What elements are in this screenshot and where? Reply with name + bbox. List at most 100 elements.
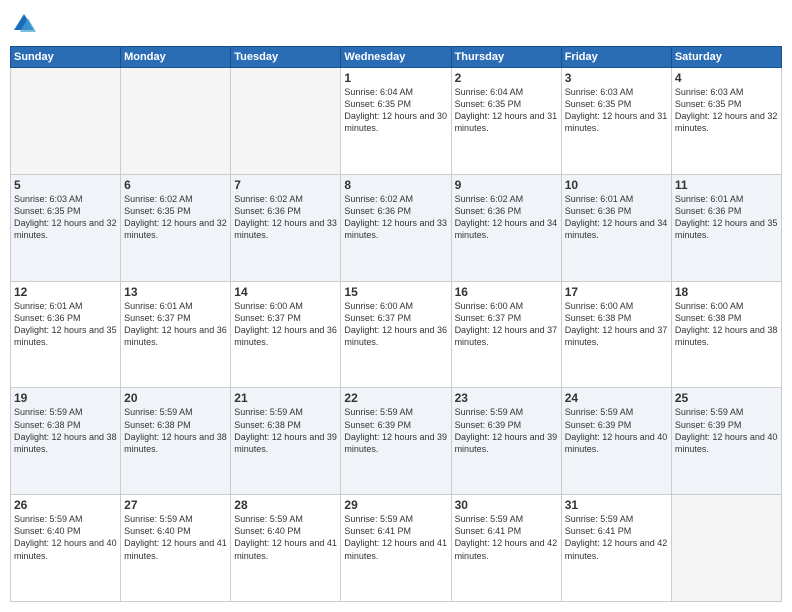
daylight-label: Daylight: 12 hours and 37 minutes. bbox=[455, 325, 558, 347]
sunset-label: Sunset: 6:38 PM bbox=[14, 420, 81, 430]
daylight-label: Daylight: 12 hours and 39 minutes. bbox=[455, 432, 558, 454]
logo bbox=[10, 10, 42, 38]
calendar-cell: 16 Sunrise: 6:00 AM Sunset: 6:37 PM Dayl… bbox=[451, 281, 561, 388]
sunset-label: Sunset: 6:35 PM bbox=[675, 99, 742, 109]
day-number: 27 bbox=[124, 498, 227, 512]
calendar-cell: 9 Sunrise: 6:02 AM Sunset: 6:36 PM Dayli… bbox=[451, 174, 561, 281]
calendar-cell: 11 Sunrise: 6:01 AM Sunset: 6:36 PM Dayl… bbox=[671, 174, 781, 281]
sunrise-label: Sunrise: 5:59 AM bbox=[565, 407, 634, 417]
daylight-label: Daylight: 12 hours and 38 minutes. bbox=[124, 432, 227, 454]
daylight-label: Daylight: 12 hours and 32 minutes. bbox=[124, 218, 227, 240]
day-number: 9 bbox=[455, 178, 558, 192]
sunrise-label: Sunrise: 5:59 AM bbox=[124, 407, 193, 417]
calendar-cell: 22 Sunrise: 5:59 AM Sunset: 6:39 PM Dayl… bbox=[341, 388, 451, 495]
calendar-cell: 26 Sunrise: 5:59 AM Sunset: 6:40 PM Dayl… bbox=[11, 495, 121, 602]
calendar-cell bbox=[671, 495, 781, 602]
calendar-cell: 4 Sunrise: 6:03 AM Sunset: 6:35 PM Dayli… bbox=[671, 68, 781, 175]
calendar-week-row: 12 Sunrise: 6:01 AM Sunset: 6:36 PM Dayl… bbox=[11, 281, 782, 388]
sunset-label: Sunset: 6:35 PM bbox=[14, 206, 81, 216]
day-number: 11 bbox=[675, 178, 778, 192]
daylight-label: Daylight: 12 hours and 31 minutes. bbox=[565, 111, 668, 133]
sunrise-label: Sunrise: 6:03 AM bbox=[675, 87, 744, 97]
calendar-cell: 14 Sunrise: 6:00 AM Sunset: 6:37 PM Dayl… bbox=[231, 281, 341, 388]
day-info: Sunrise: 5:59 AM Sunset: 6:38 PM Dayligh… bbox=[234, 406, 337, 455]
daylight-label: Daylight: 12 hours and 35 minutes. bbox=[14, 325, 117, 347]
calendar-cell: 13 Sunrise: 6:01 AM Sunset: 6:37 PM Dayl… bbox=[121, 281, 231, 388]
calendar-cell: 21 Sunrise: 5:59 AM Sunset: 6:38 PM Dayl… bbox=[231, 388, 341, 495]
sunset-label: Sunset: 6:35 PM bbox=[124, 206, 191, 216]
weekday-header-tuesday: Tuesday bbox=[231, 47, 341, 68]
day-number: 24 bbox=[565, 391, 668, 405]
calendar-table: SundayMondayTuesdayWednesdayThursdayFrid… bbox=[10, 46, 782, 602]
daylight-label: Daylight: 12 hours and 36 minutes. bbox=[124, 325, 227, 347]
calendar-cell: 20 Sunrise: 5:59 AM Sunset: 6:38 PM Dayl… bbox=[121, 388, 231, 495]
day-info: Sunrise: 5:59 AM Sunset: 6:41 PM Dayligh… bbox=[565, 513, 668, 562]
sunset-label: Sunset: 6:37 PM bbox=[124, 313, 191, 323]
day-number: 1 bbox=[344, 71, 447, 85]
header bbox=[10, 10, 782, 38]
sunset-label: Sunset: 6:40 PM bbox=[14, 526, 81, 536]
sunset-label: Sunset: 6:39 PM bbox=[344, 420, 411, 430]
day-number: 8 bbox=[344, 178, 447, 192]
calendar-cell: 1 Sunrise: 6:04 AM Sunset: 6:35 PM Dayli… bbox=[341, 68, 451, 175]
day-info: Sunrise: 5:59 AM Sunset: 6:39 PM Dayligh… bbox=[455, 406, 558, 455]
day-info: Sunrise: 5:59 AM Sunset: 6:38 PM Dayligh… bbox=[14, 406, 117, 455]
calendar-week-row: 19 Sunrise: 5:59 AM Sunset: 6:38 PM Dayl… bbox=[11, 388, 782, 495]
sunset-label: Sunset: 6:36 PM bbox=[565, 206, 632, 216]
day-number: 23 bbox=[455, 391, 558, 405]
day-number: 3 bbox=[565, 71, 668, 85]
daylight-label: Daylight: 12 hours and 39 minutes. bbox=[344, 432, 447, 454]
logo-icon bbox=[10, 10, 38, 38]
day-info: Sunrise: 5:59 AM Sunset: 6:38 PM Dayligh… bbox=[124, 406, 227, 455]
calendar-cell: 30 Sunrise: 5:59 AM Sunset: 6:41 PM Dayl… bbox=[451, 495, 561, 602]
daylight-label: Daylight: 12 hours and 41 minutes. bbox=[234, 538, 337, 560]
daylight-label: Daylight: 12 hours and 33 minutes. bbox=[344, 218, 447, 240]
sunset-label: Sunset: 6:41 PM bbox=[455, 526, 522, 536]
sunset-label: Sunset: 6:40 PM bbox=[234, 526, 301, 536]
day-info: Sunrise: 6:00 AM Sunset: 6:38 PM Dayligh… bbox=[565, 300, 668, 349]
sunrise-label: Sunrise: 5:59 AM bbox=[455, 514, 524, 524]
day-number: 14 bbox=[234, 285, 337, 299]
day-number: 28 bbox=[234, 498, 337, 512]
day-info: Sunrise: 6:01 AM Sunset: 6:36 PM Dayligh… bbox=[14, 300, 117, 349]
sunset-label: Sunset: 6:36 PM bbox=[14, 313, 81, 323]
sunrise-label: Sunrise: 6:04 AM bbox=[455, 87, 524, 97]
weekday-header-friday: Friday bbox=[561, 47, 671, 68]
daylight-label: Daylight: 12 hours and 36 minutes. bbox=[234, 325, 337, 347]
day-number: 21 bbox=[234, 391, 337, 405]
sunset-label: Sunset: 6:39 PM bbox=[565, 420, 632, 430]
weekday-header-monday: Monday bbox=[121, 47, 231, 68]
day-number: 17 bbox=[565, 285, 668, 299]
day-info: Sunrise: 6:02 AM Sunset: 6:35 PM Dayligh… bbox=[124, 193, 227, 242]
sunrise-label: Sunrise: 6:02 AM bbox=[455, 194, 524, 204]
day-number: 22 bbox=[344, 391, 447, 405]
daylight-label: Daylight: 12 hours and 40 minutes. bbox=[565, 432, 668, 454]
daylight-label: Daylight: 12 hours and 41 minutes. bbox=[124, 538, 227, 560]
day-info: Sunrise: 5:59 AM Sunset: 6:40 PM Dayligh… bbox=[234, 513, 337, 562]
sunrise-label: Sunrise: 6:02 AM bbox=[234, 194, 303, 204]
daylight-label: Daylight: 12 hours and 33 minutes. bbox=[234, 218, 337, 240]
sunset-label: Sunset: 6:36 PM bbox=[675, 206, 742, 216]
day-number: 25 bbox=[675, 391, 778, 405]
day-number: 29 bbox=[344, 498, 447, 512]
sunrise-label: Sunrise: 6:03 AM bbox=[565, 87, 634, 97]
day-number: 20 bbox=[124, 391, 227, 405]
sunrise-label: Sunrise: 5:59 AM bbox=[675, 407, 744, 417]
sunrise-label: Sunrise: 5:59 AM bbox=[565, 514, 634, 524]
sunset-label: Sunset: 6:35 PM bbox=[344, 99, 411, 109]
daylight-label: Daylight: 12 hours and 32 minutes. bbox=[14, 218, 117, 240]
sunrise-label: Sunrise: 5:59 AM bbox=[124, 514, 193, 524]
calendar-week-row: 26 Sunrise: 5:59 AM Sunset: 6:40 PM Dayl… bbox=[11, 495, 782, 602]
calendar-week-row: 1 Sunrise: 6:04 AM Sunset: 6:35 PM Dayli… bbox=[11, 68, 782, 175]
sunrise-label: Sunrise: 6:00 AM bbox=[455, 301, 524, 311]
calendar-cell: 25 Sunrise: 5:59 AM Sunset: 6:39 PM Dayl… bbox=[671, 388, 781, 495]
day-info: Sunrise: 6:00 AM Sunset: 6:38 PM Dayligh… bbox=[675, 300, 778, 349]
weekday-header-row: SundayMondayTuesdayWednesdayThursdayFrid… bbox=[11, 47, 782, 68]
day-number: 30 bbox=[455, 498, 558, 512]
day-info: Sunrise: 6:03 AM Sunset: 6:35 PM Dayligh… bbox=[675, 86, 778, 135]
calendar-cell: 17 Sunrise: 6:00 AM Sunset: 6:38 PM Dayl… bbox=[561, 281, 671, 388]
sunset-label: Sunset: 6:39 PM bbox=[455, 420, 522, 430]
sunset-label: Sunset: 6:35 PM bbox=[565, 99, 632, 109]
day-info: Sunrise: 5:59 AM Sunset: 6:41 PM Dayligh… bbox=[455, 513, 558, 562]
daylight-label: Daylight: 12 hours and 31 minutes. bbox=[455, 111, 558, 133]
